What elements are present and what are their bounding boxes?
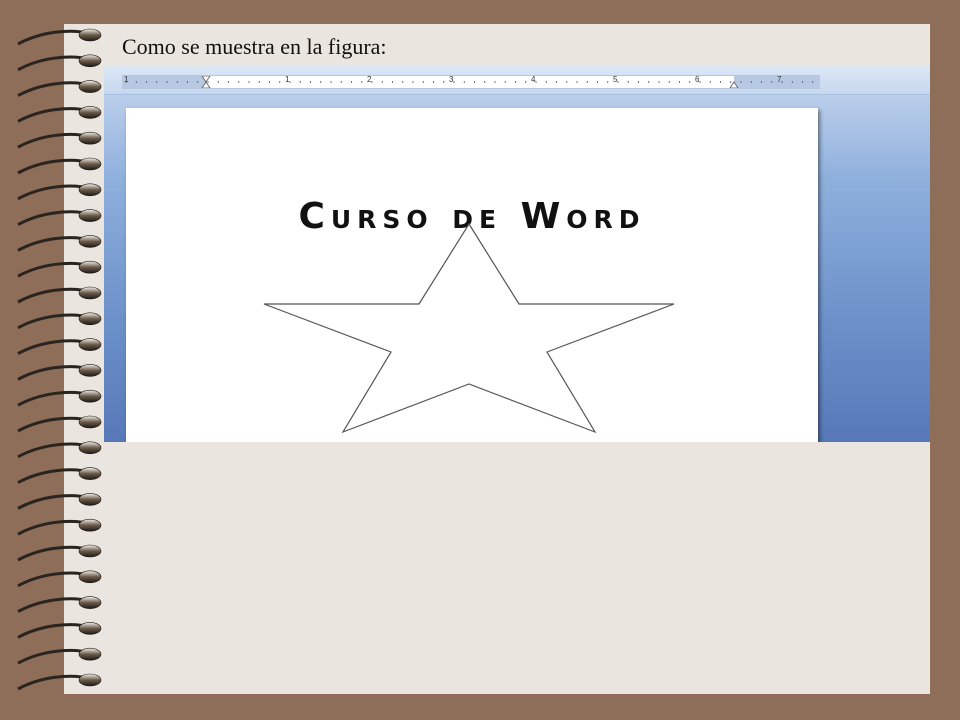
ruler-number: 4 bbox=[531, 75, 536, 84]
ruler-number: 2 bbox=[367, 75, 372, 84]
spiral-ring bbox=[78, 54, 102, 68]
spiral-ring bbox=[78, 389, 102, 403]
spiral-ring bbox=[78, 209, 102, 222]
spiral-ring bbox=[78, 286, 102, 300]
ruler-number: 7 bbox=[777, 75, 782, 84]
spiral-ring bbox=[78, 364, 102, 377]
ruler-number: 6 bbox=[695, 75, 700, 84]
spiral-ring bbox=[78, 131, 102, 145]
spiral-ring bbox=[78, 441, 102, 455]
ruler-number: 1 bbox=[124, 75, 129, 84]
ruler-number: 1 bbox=[285, 75, 290, 84]
spiral-binding bbox=[17, 28, 102, 691]
right-indent-marker-icon[interactable] bbox=[729, 81, 739, 88]
spiral-ring bbox=[78, 312, 102, 326]
spiral-ring bbox=[78, 493, 102, 506]
spiral-ring bbox=[78, 622, 102, 635]
spiral-ring bbox=[78, 28, 102, 42]
slide-caption: Como se muestra en la figura: bbox=[122, 34, 387, 59]
spiral-ring bbox=[78, 415, 102, 429]
spiral-ring bbox=[78, 467, 102, 480]
spiral-ring bbox=[78, 183, 102, 197]
ruler-number: 5 bbox=[613, 75, 618, 84]
spiral-ring bbox=[78, 106, 102, 119]
spiral-ring bbox=[78, 235, 102, 248]
horizontal-ruler[interactable]: 1 1 2 3 4 5 6 7 bbox=[122, 75, 820, 89]
spiral-ring bbox=[78, 570, 102, 584]
ruler-bar: 1 1 2 3 4 5 6 7 bbox=[104, 66, 930, 95]
ruler-ticks bbox=[125, 76, 814, 88]
spiral-ring bbox=[78, 596, 102, 609]
first-line-indent-marker-icon[interactable] bbox=[201, 76, 211, 83]
document-page[interactable]: Curso de Word bbox=[126, 108, 818, 442]
word-document-screenshot: 1 1 2 3 4 5 6 7 Curso de Word bbox=[104, 66, 930, 442]
spiral-ring bbox=[78, 544, 102, 558]
spiral-ring bbox=[78, 157, 102, 171]
spiral-ring bbox=[78, 260, 102, 274]
spiral-ring bbox=[78, 338, 102, 351]
spiral-ring bbox=[78, 518, 102, 532]
spiral-ring bbox=[78, 673, 102, 687]
hanging-indent-marker-icon[interactable] bbox=[201, 81, 211, 88]
ruler-number: 3 bbox=[449, 75, 454, 84]
spiral-ring bbox=[78, 647, 102, 661]
spiral-ring bbox=[78, 80, 102, 93]
star-icon[interactable] bbox=[126, 108, 818, 442]
